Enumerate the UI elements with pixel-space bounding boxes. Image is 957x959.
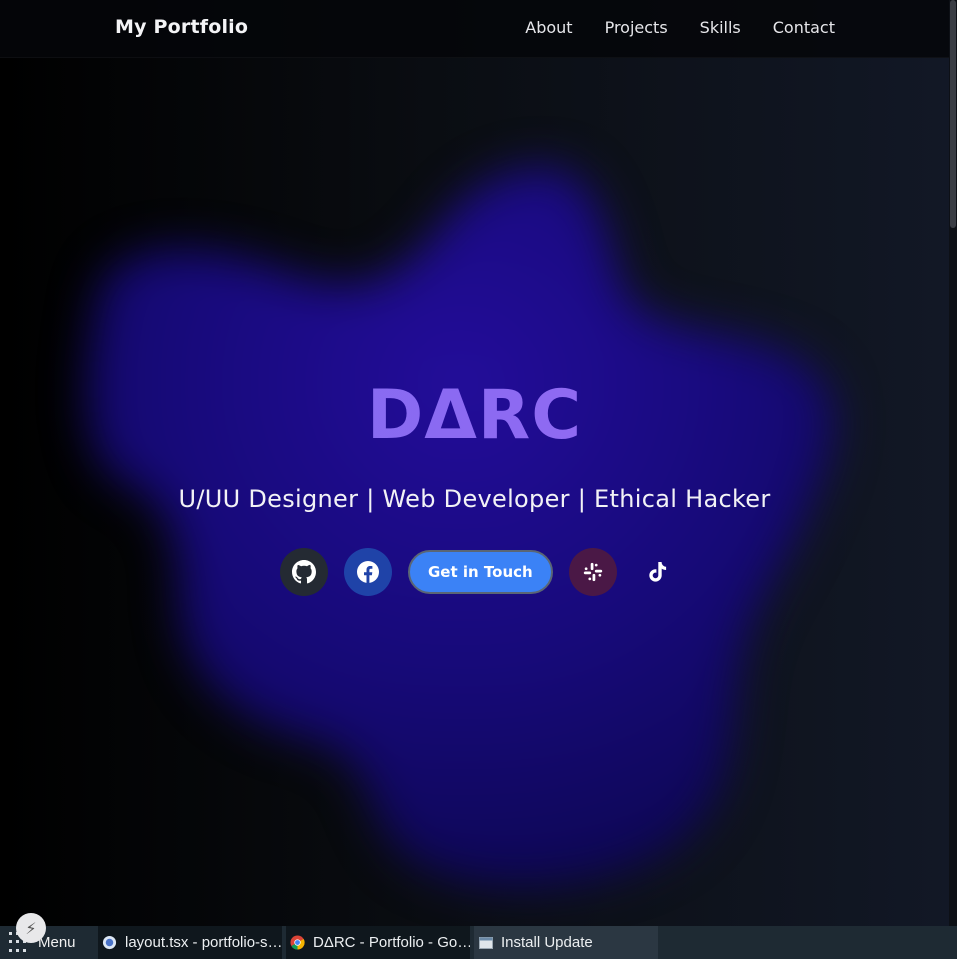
- nav-link-skills[interactable]: Skills: [700, 18, 741, 37]
- hero-title: DΔRC: [0, 376, 949, 455]
- taskbar-item-chrome[interactable]: DΔRC - Portfolio - Go…: [286, 926, 470, 959]
- background-blob: [87, 166, 835, 888]
- taskbar-item-vscode[interactable]: layout.tsx - portfolio-s…: [98, 926, 282, 959]
- tiktok-icon: [649, 562, 666, 582]
- tiktok-button[interactable]: [633, 548, 681, 596]
- top-navbar: My Portfolio About Projects Skills Conta…: [0, 0, 949, 58]
- facebook-icon: [357, 561, 379, 583]
- scrollbar-thumb[interactable]: [950, 0, 956, 228]
- taskbar-item-label: DΔRC - Portfolio - Go…: [313, 934, 470, 951]
- menu-label: Menu: [38, 934, 76, 951]
- portfolio-page: My Portfolio About Projects Skills Conta…: [0, 0, 949, 926]
- window-icon: [478, 935, 493, 950]
- hero-subtitle: U/UU Designer | Web Developer | Ethical …: [178, 485, 771, 513]
- nav-link-projects[interactable]: Projects: [605, 18, 668, 37]
- os-taskbar: Menu layout.tsx - portfolio-s… DΔRC - Po…: [0, 926, 957, 959]
- brand-logo[interactable]: My Portfolio: [115, 16, 248, 38]
- taskbar-item-install-update[interactable]: Install Update: [474, 926, 658, 959]
- chat-widget-icon[interactable]: ⚡: [16, 913, 46, 943]
- start-menu-button[interactable]: Menu: [0, 926, 94, 959]
- nav-links: About Projects Skills Contact: [525, 18, 835, 37]
- taskbar-item-label: layout.tsx - portfolio-s…: [125, 934, 282, 951]
- nav-link-about[interactable]: About: [525, 18, 572, 37]
- social-links: Get in Touch: [280, 548, 681, 596]
- page-scrollbar[interactable]: [949, 0, 957, 926]
- vscode-icon: [102, 935, 117, 950]
- facebook-button[interactable]: [344, 548, 392, 596]
- github-icon: [292, 560, 316, 584]
- chrome-icon: [290, 935, 305, 950]
- nav-link-contact[interactable]: Contact: [773, 18, 835, 37]
- slack-button[interactable]: [568, 548, 617, 596]
- taskbar-empty-area: [658, 926, 957, 959]
- get-in-touch-button[interactable]: Get in Touch: [408, 550, 553, 594]
- taskbar-item-label: Install Update: [501, 934, 593, 951]
- github-button[interactable]: [280, 548, 328, 596]
- slack-icon: [583, 562, 602, 582]
